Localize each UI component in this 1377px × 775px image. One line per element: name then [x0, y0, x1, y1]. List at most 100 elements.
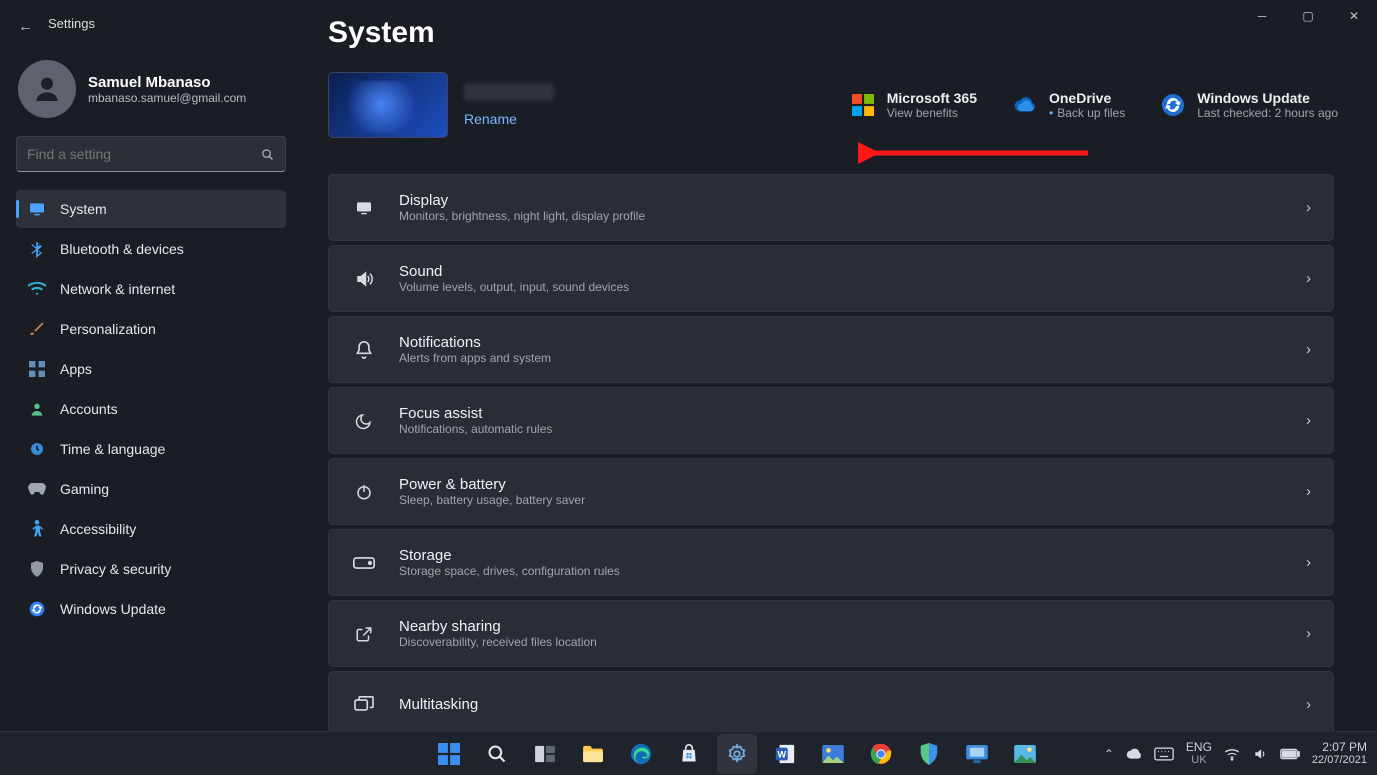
avatar	[18, 60, 76, 118]
sidebar-item-apps[interactable]: Apps	[16, 350, 286, 388]
sidebar-item-privacy[interactable]: Privacy & security	[16, 550, 286, 588]
card-title: Nearby sharing	[399, 618, 597, 635]
setting-card-sound[interactable]: Sound Volume levels, output, input, soun…	[328, 245, 1334, 312]
pc-wallpaper-thumbnail	[328, 72, 448, 138]
setting-card-focus[interactable]: Focus assist Notifications, automatic ru…	[328, 387, 1334, 454]
language-indicator-top[interactable]: ENG	[1186, 741, 1212, 754]
setting-card-storage[interactable]: Storage Storage space, drives, configura…	[328, 529, 1334, 596]
account-name: Samuel Mbanaso	[88, 74, 246, 91]
card-subtitle: Alerts from apps and system	[399, 351, 551, 365]
sound-icon	[351, 270, 377, 288]
system-header: Rename Microsoft 365 View benefits OneDr…	[328, 72, 1338, 138]
share-icon	[351, 625, 377, 643]
sidebar-item-time[interactable]: Time & language	[16, 430, 286, 468]
card-title: Focus assist	[399, 405, 552, 422]
taskbar-taskview-button[interactable]	[525, 734, 565, 774]
taskbar-explorer-button[interactable]	[573, 734, 613, 774]
bluetooth-icon	[28, 240, 46, 258]
taskbar: W ⌃ ENG UK 2:07 PM 22/07/2021	[0, 731, 1377, 775]
card-subtitle: Storage space, drives, configuration rul…	[399, 564, 620, 578]
setting-card-nearby[interactable]: Nearby sharing Discoverability, received…	[328, 600, 1334, 667]
language-indicator-bottom: UK	[1186, 754, 1212, 766]
sidebar-item-gaming[interactable]: Gaming	[16, 470, 286, 508]
sidebar-item-label: Accessibility	[60, 521, 136, 537]
sidebar-item-bluetooth[interactable]: Bluetooth & devices	[16, 230, 286, 268]
sidebar-item-accounts[interactable]: Accounts	[16, 390, 286, 428]
sidebar-item-label: Accounts	[60, 401, 118, 417]
setting-card-power[interactable]: Power & battery Sleep, battery usage, ba…	[328, 458, 1334, 525]
display-icon	[351, 201, 377, 215]
pc-name	[464, 83, 554, 101]
rename-link[interactable]: Rename	[464, 111, 554, 127]
wifi-icon	[28, 282, 46, 296]
battery-tray-icon[interactable]	[1280, 748, 1300, 760]
power-icon	[351, 483, 377, 501]
taskbar-settings-button[interactable]	[717, 734, 757, 774]
main-content: System Rename Microsoft 365 View benefit…	[328, 16, 1338, 726]
sidebar: Samuel Mbanaso mbanaso.samuel@gmail.com …	[0, 50, 300, 630]
annotation-arrow	[858, 138, 1098, 170]
setting-card-display[interactable]: Display Monitors, brightness, night ligh…	[328, 174, 1334, 241]
card-title: Sound	[399, 263, 629, 280]
chevron-right-icon: ›	[1306, 625, 1311, 642]
sidebar-item-label: Personalization	[60, 321, 156, 337]
page-title: System	[328, 16, 1338, 50]
m365-icon	[851, 93, 875, 117]
taskbar-photos-button[interactable]	[813, 734, 853, 774]
chevron-right-icon: ›	[1306, 483, 1311, 500]
sidebar-item-system[interactable]: System	[16, 190, 286, 228]
person-icon	[28, 520, 46, 538]
chevron-right-icon: ›	[1306, 270, 1311, 287]
sidebar-item-label: Privacy & security	[60, 561, 171, 577]
card-title: Notifications	[399, 334, 551, 351]
status-wu[interactable]: Windows Update Last checked: 2 hours ago	[1161, 90, 1338, 120]
status-sub: View benefits	[887, 106, 977, 120]
keyboard-tray-icon[interactable]	[1154, 747, 1174, 761]
sidebar-item-accessibility[interactable]: Accessibility	[16, 510, 286, 548]
taskbar-store-button[interactable]	[669, 734, 709, 774]
taskbar-gallery-button[interactable]	[1005, 734, 1045, 774]
taskbar-chrome-button[interactable]	[861, 734, 901, 774]
wifi-tray-icon[interactable]	[1224, 747, 1240, 761]
gamepad-icon	[28, 482, 46, 496]
search-box[interactable]	[16, 136, 286, 172]
taskbar-word-button[interactable]: W	[765, 734, 805, 774]
status-sub: •Back up files	[1049, 106, 1125, 120]
card-title: Storage	[399, 547, 620, 564]
sidebar-item-label: Windows Update	[60, 601, 166, 617]
card-subtitle: Sleep, battery usage, battery saver	[399, 493, 585, 507]
system-tray[interactable]: ⌃ ENG UK 2:07 PM 22/07/2021	[1104, 741, 1377, 766]
user-icon	[28, 401, 46, 417]
setting-card-notifications[interactable]: Notifications Alerts from apps and syste…	[328, 316, 1334, 383]
sidebar-item-label: System	[60, 201, 107, 217]
sidebar-item-label: Gaming	[60, 481, 109, 497]
sidebar-item-personalization[interactable]: Personalization	[16, 310, 286, 348]
sidebar-item-network[interactable]: Network & internet	[16, 270, 286, 308]
tray-expand-icon[interactable]: ⌃	[1104, 747, 1114, 761]
onedrive-tray-icon[interactable]	[1126, 748, 1142, 760]
volume-tray-icon[interactable]	[1252, 747, 1268, 761]
taskbar-start-button[interactable]	[429, 734, 469, 774]
bell-icon	[351, 340, 377, 360]
setting-card-multitask[interactable]: Multitasking ›	[328, 671, 1334, 738]
search-input[interactable]	[27, 146, 260, 162]
chevron-right-icon: ›	[1306, 199, 1311, 216]
card-title: Power & battery	[399, 476, 585, 493]
taskbar-edge-button[interactable]	[621, 734, 661, 774]
account-info[interactable]: Samuel Mbanaso mbanaso.samuel@gmail.com	[18, 60, 300, 118]
chevron-right-icon: ›	[1306, 696, 1311, 713]
clock-time[interactable]: 2:07 PM	[1312, 741, 1367, 754]
back-button[interactable]: ←	[18, 18, 33, 35]
taskbar-security-button[interactable]	[909, 734, 949, 774]
sidebar-item-windowsupdate[interactable]: Windows Update	[16, 590, 286, 628]
search-icon	[260, 147, 275, 162]
sidebar-item-label: Apps	[60, 361, 92, 377]
card-title: Multitasking	[399, 696, 478, 713]
status-onedrive[interactable]: OneDrive •Back up files	[1013, 90, 1125, 120]
card-title: Display	[399, 192, 645, 209]
taskbar-quickassist-button[interactable]	[957, 734, 997, 774]
shield-icon	[28, 561, 46, 577]
status-m365[interactable]: Microsoft 365 View benefits	[851, 90, 977, 120]
taskbar-search-button[interactable]	[477, 734, 517, 774]
brush-icon	[28, 321, 46, 337]
